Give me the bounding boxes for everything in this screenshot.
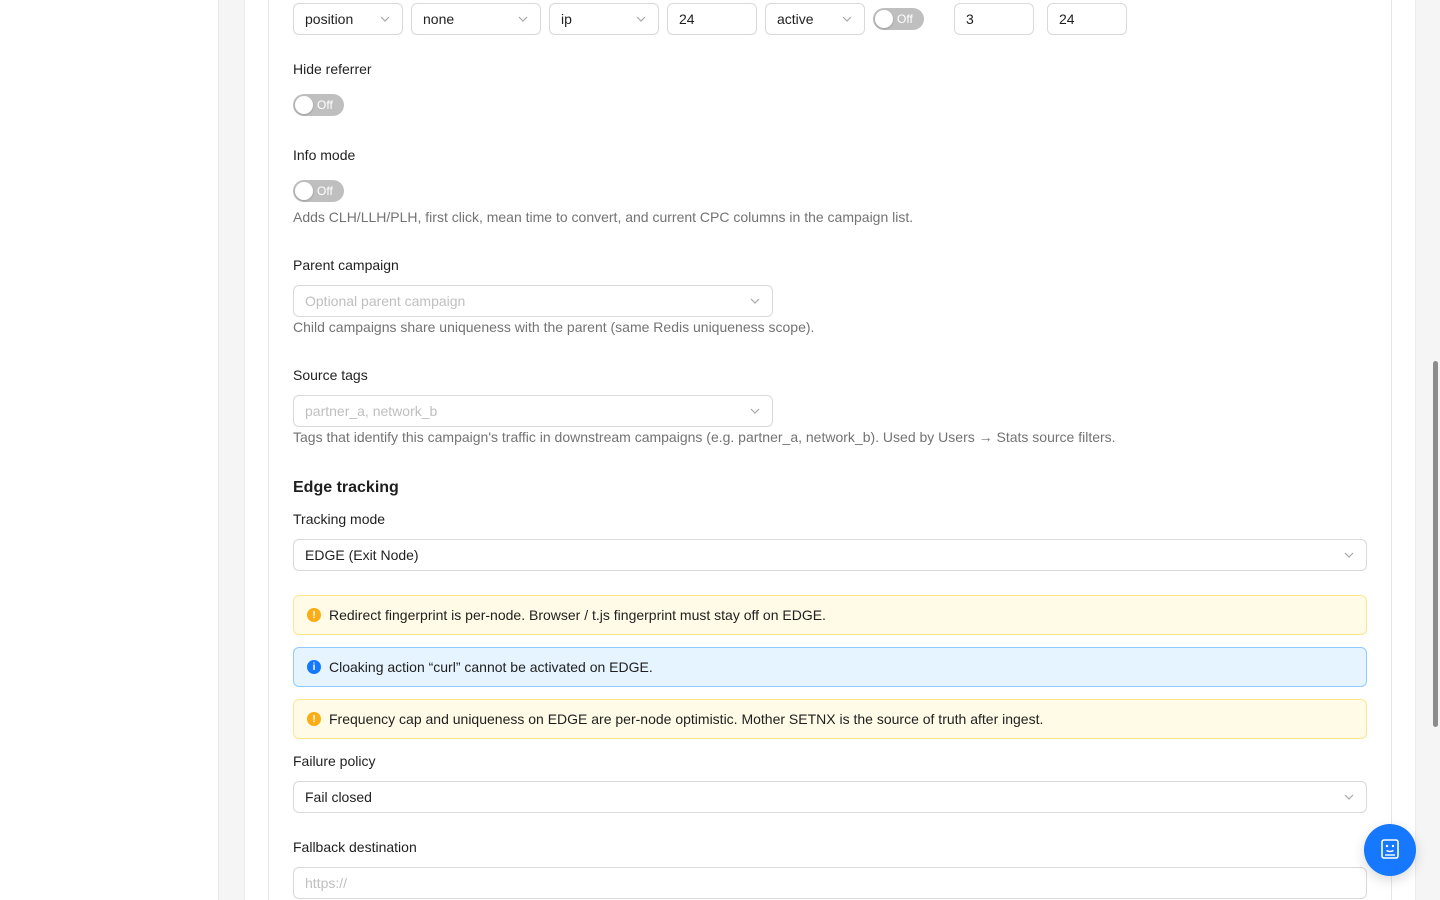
select-value: position <box>305 11 354 27</box>
alert-text: Cloaking action “curl” cannot be activat… <box>329 659 653 675</box>
select-value: ip <box>561 11 572 27</box>
select-value: none <box>423 11 455 27</box>
failure-policy-label: Failure policy <box>293 753 376 769</box>
tracking-mode-label: Tracking mode <box>293 511 386 527</box>
switch-knob <box>295 96 313 114</box>
switch-label: Off <box>897 12 913 26</box>
alert-text: Redirect fingerprint is per-node. Browse… <box>329 607 826 623</box>
select-placeholder: partner_a, network_b <box>305 403 438 419</box>
select-placeholder: Optional parent campaign <box>305 293 466 309</box>
page-scrollbar[interactable] <box>1430 0 1440 900</box>
source-tags-select[interactable]: partner_a, network_b <box>293 395 773 427</box>
exclamation-icon: ! <box>307 712 321 726</box>
top-select-none[interactable]: none <box>411 3 541 35</box>
input-value: 24 <box>1059 11 1075 27</box>
left-sidebar <box>0 0 219 900</box>
assistant-icon <box>1379 838 1401 863</box>
chevron-down-icon <box>749 405 761 417</box>
chevron-down-icon <box>1343 549 1355 561</box>
alert-text: Frequency cap and uniqueness on EDGE are… <box>329 711 1044 727</box>
top-select-position[interactable]: position <box>293 3 403 35</box>
alert-redirect-fingerprint: ! Redirect fingerprint is per-node. Brow… <box>293 595 1367 635</box>
chevron-down-icon <box>841 13 853 25</box>
alert-cloaking-curl: i Cloaking action “curl” cannot be activ… <box>293 647 1367 687</box>
chevron-down-icon <box>1343 791 1355 803</box>
scrollbar-thumb[interactable] <box>1433 361 1438 727</box>
fallback-destination-input[interactable]: https:// <box>293 867 1367 899</box>
switch-knob <box>295 182 313 200</box>
switch-knob <box>875 10 893 28</box>
edge-tracking-title: Edge tracking <box>293 479 399 496</box>
parent-campaign-label: Parent campaign <box>293 257 399 273</box>
input-placeholder: https:// <box>305 875 348 891</box>
hide-referrer-switch[interactable]: Off <box>293 94 344 116</box>
top-input-window[interactable]: 24 <box>667 3 757 35</box>
alert-frequency-cap: ! Frequency cap and uniqueness on EDGE a… <box>293 699 1367 739</box>
top-row-switch[interactable]: Off <box>873 8 924 30</box>
chevron-down-icon <box>379 13 391 25</box>
switch-label: Off <box>317 98 333 112</box>
input-value: 3 <box>966 11 974 27</box>
info-icon: i <box>307 660 321 674</box>
top-select-active[interactable]: active <box>765 3 865 35</box>
parent-campaign-help: Child campaigns share uniqueness with th… <box>293 319 815 335</box>
info-mode-label: Info mode <box>293 147 356 163</box>
assistant-fab-button[interactable] <box>1364 824 1416 876</box>
top-input-count[interactable]: 3 <box>954 3 1034 35</box>
tracking-mode-select[interactable]: EDGE (Exit Node) <box>293 539 1367 571</box>
chevron-down-icon <box>635 13 647 25</box>
select-value: Fail closed <box>305 789 372 805</box>
chevron-down-icon <box>517 13 529 25</box>
top-select-ip[interactable]: ip <box>549 3 659 35</box>
exclamation-icon: ! <box>307 608 321 622</box>
hide-referrer-label: Hide referrer <box>293 61 372 77</box>
switch-label: Off <box>317 184 333 198</box>
info-mode-help: Adds CLH/LLH/PLH, first click, mean time… <box>293 209 914 225</box>
failure-policy-select[interactable]: Fail closed <box>293 781 1367 813</box>
input-value: 24 <box>679 11 695 27</box>
info-mode-switch[interactable]: Off <box>293 180 344 202</box>
source-tags-help: Tags that identify this campaign's traff… <box>293 429 1116 445</box>
select-value: EDGE (Exit Node) <box>305 547 419 563</box>
fallback-destination-label: Fallback destination <box>293 839 417 855</box>
chevron-down-icon <box>749 295 761 307</box>
form-section <box>268 0 1392 900</box>
select-value: active <box>777 11 814 27</box>
source-tags-label: Source tags <box>293 367 368 383</box>
parent-campaign-select[interactable]: Optional parent campaign <box>293 285 773 317</box>
top-input-hours[interactable]: 24 <box>1047 3 1127 35</box>
